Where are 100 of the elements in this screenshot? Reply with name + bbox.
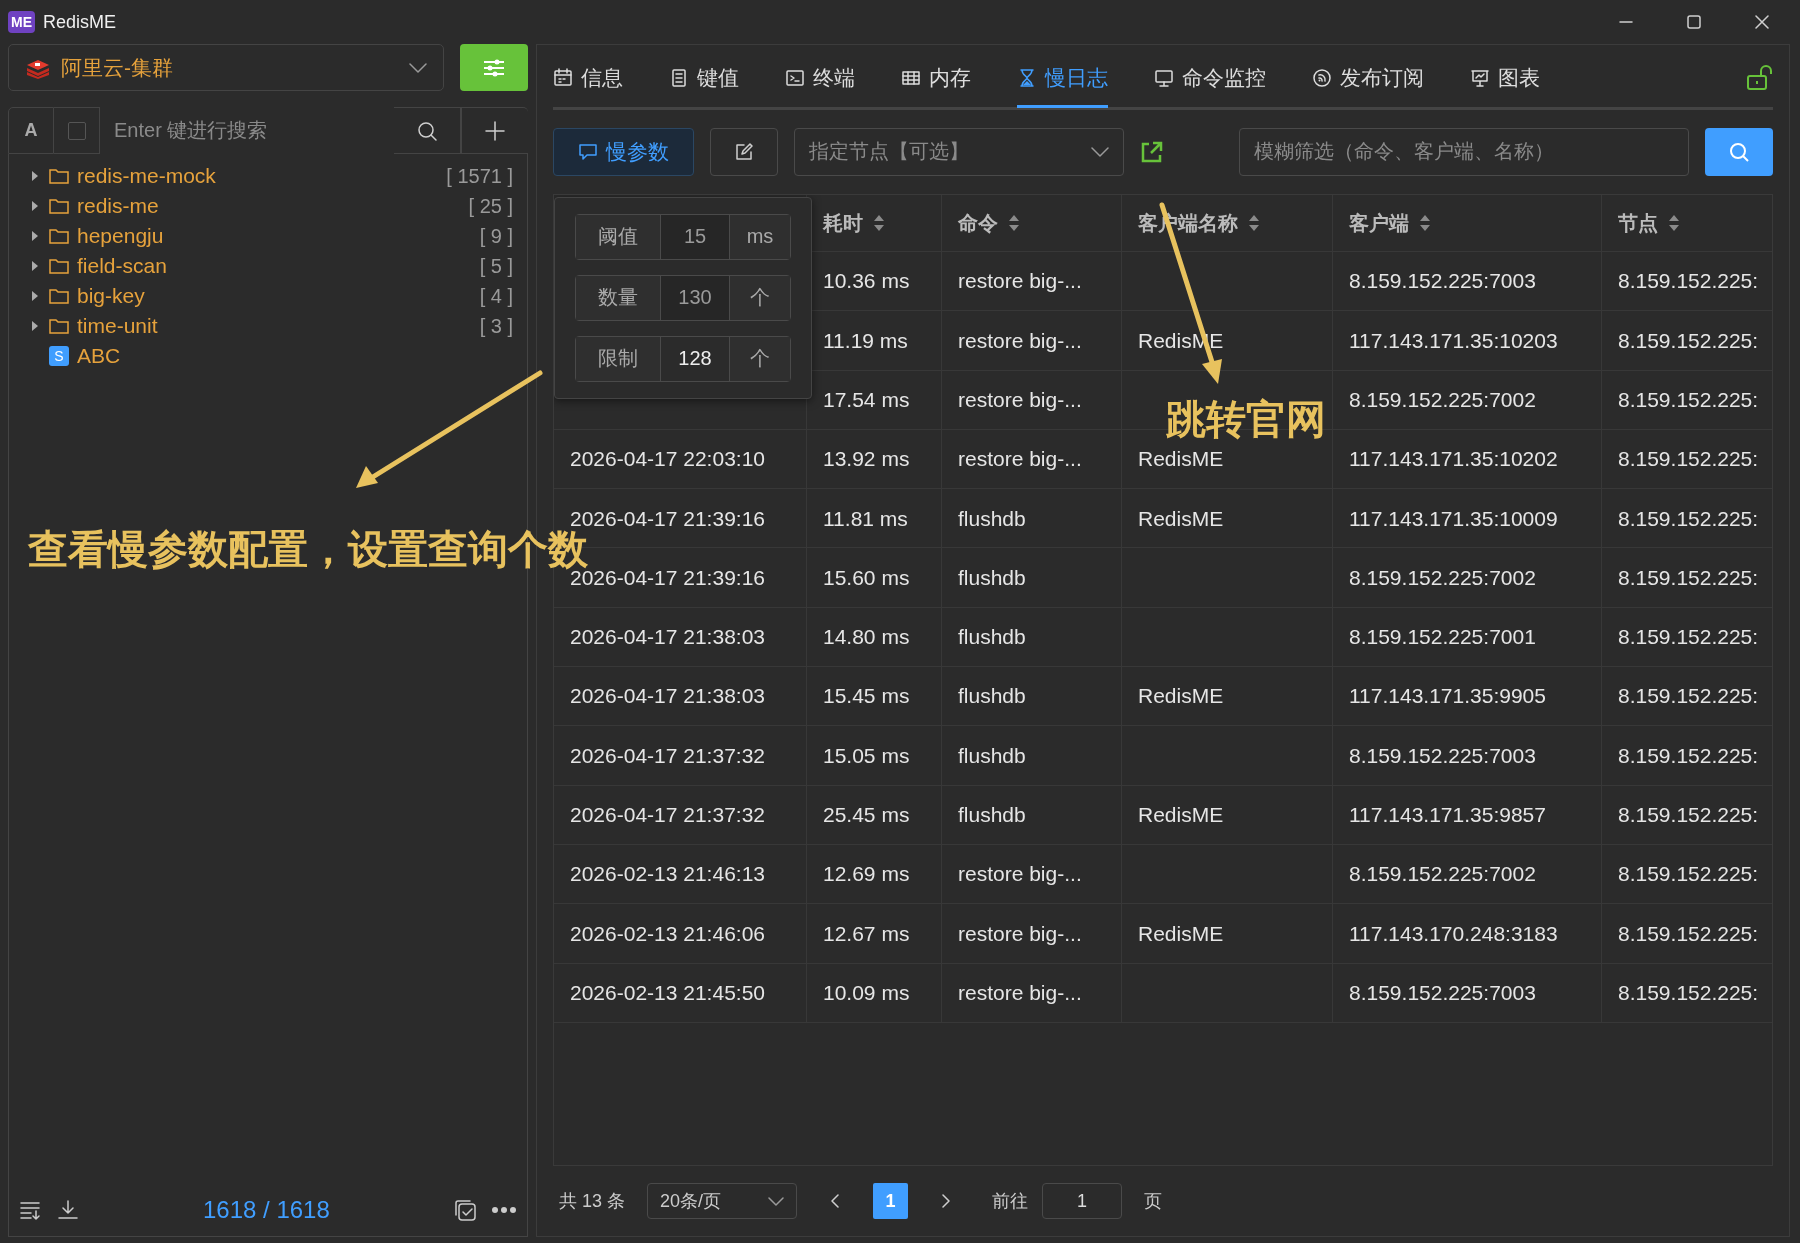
table-cell: 117.143.171.35:10203 <box>1349 328 1558 353</box>
table-cell: 8.159.152.225: <box>1618 625 1759 650</box>
table-cell: 13.92 ms <box>823 447 910 472</box>
checkbox[interactable] <box>67 121 86 140</box>
node-select[interactable]: 指定节点【可选】 <box>794 127 1124 176</box>
folder-icon <box>49 167 69 185</box>
search-field[interactable]: Enter 键进行搜索 <box>100 107 394 154</box>
table-cell: 25.45 ms <box>823 803 910 828</box>
download-icon[interactable] <box>57 1199 79 1221</box>
app-logo: ME <box>8 11 35 33</box>
filter-field[interactable]: 模糊筛选（命令、客户端、名称） <box>1239 127 1689 176</box>
chevron-down-icon <box>768 1196 785 1206</box>
page-size-select[interactable]: 20条/页 <box>647 1183 798 1220</box>
tab[interactable]: 信息 <box>553 50 623 109</box>
broadcast-icon <box>1312 67 1332 88</box>
slow-params-button[interactable]: 慢参数 <box>553 127 694 176</box>
key-count: [ 5 ] <box>479 254 513 278</box>
tab[interactable]: 发布订阅 <box>1312 50 1424 109</box>
tree-item[interactable]: hepengju [ 9 ] <box>29 221 513 251</box>
close-icon <box>1755 15 1769 29</box>
chat-icon <box>578 141 598 162</box>
table-cell: 8.159.152.225: <box>1618 921 1759 946</box>
table-cell: 8.159.152.225: <box>1618 684 1759 709</box>
tree-item[interactable]: redis-me-mock [ 1571 ] <box>29 161 513 191</box>
page-input[interactable]: 1 <box>1042 1183 1123 1220</box>
column-header[interactable]: 节点 <box>1618 209 1658 237</box>
param-field[interactable]: 限制 128 个 <box>575 335 791 382</box>
key-count: [ 4 ] <box>479 284 513 308</box>
search-button[interactable] <box>1705 127 1773 176</box>
more-icon[interactable] <box>491 1206 517 1214</box>
sort-icon <box>873 214 885 233</box>
search-icon <box>416 119 438 142</box>
edit-button[interactable] <box>710 127 778 176</box>
table-cell: RedisME <box>1138 684 1224 709</box>
list-sort-icon[interactable] <box>19 1199 43 1221</box>
table-cell: 8.159.152.225: <box>1618 803 1759 828</box>
table-cell: restore big-... <box>958 921 1082 946</box>
folder-icon <box>49 317 69 335</box>
tab[interactable]: 图表 <box>1470 50 1540 109</box>
case-toggle-button[interactable]: A <box>8 107 54 154</box>
tree-item[interactable]: redis-me [ 25 ] <box>29 191 513 221</box>
type-badge: S <box>49 346 69 366</box>
table-cell: 8.159.152.225: <box>1618 447 1759 472</box>
table-cell: 12.67 ms <box>823 921 910 946</box>
table-cell: flushdb <box>958 684 1026 709</box>
external-link-icon[interactable] <box>1140 139 1164 164</box>
column-header[interactable]: 耗时 <box>823 209 863 237</box>
chevron-down-icon <box>409 62 427 73</box>
table-cell: 8.159.152.225:7003 <box>1349 269 1536 294</box>
document-icon <box>669 67 689 88</box>
table-cell: 8.159.152.225:7002 <box>1349 387 1536 412</box>
table-cell: 10.36 ms <box>823 269 910 294</box>
table-cell: 15.60 ms <box>823 565 910 590</box>
folder-icon <box>49 227 69 245</box>
tab[interactable]: 慢日志 <box>1017 50 1108 109</box>
table-cell: 117.143.170.248:3183 <box>1349 921 1558 946</box>
table-cell: flushdb <box>958 506 1026 531</box>
column-header[interactable]: 客户端 <box>1349 209 1409 237</box>
table-cell: 2026-04-17 21:38:03 <box>570 625 765 650</box>
table-cell: 8.159.152.225:7003 <box>1349 980 1536 1005</box>
table-cell: 8.159.152.225: <box>1618 980 1759 1005</box>
tree-item[interactable]: S ABC <box>29 341 513 371</box>
tree-item[interactable]: time-unit [ 3 ] <box>29 311 513 341</box>
table-cell: 2026-02-13 21:45:50 <box>570 980 765 1005</box>
key-count: [ 3 ] <box>479 314 513 338</box>
key-count: [ 1571 ] <box>446 164 513 188</box>
table-cell: 2026-02-13 21:46:13 <box>570 862 765 887</box>
table-cell: 8.159.152.225:7002 <box>1349 862 1536 887</box>
tree-item[interactable]: field-scan [ 5 ] <box>29 251 513 281</box>
unlock-icon[interactable] <box>1745 63 1773 92</box>
table-cell: 8.159.152.225: <box>1618 862 1759 887</box>
table-cell: restore big-... <box>958 269 1082 294</box>
table-cell: 117.143.171.35:9905 <box>1349 684 1546 709</box>
table-cell: restore big-... <box>958 387 1082 412</box>
window-title: RedisME <box>43 11 117 33</box>
tree-item[interactable]: big-key [ 4 ] <box>29 281 513 311</box>
table-cell: 8.159.152.225:7002 <box>1349 565 1536 590</box>
total-count: 共 13 条 <box>559 1190 626 1214</box>
table-cell: 12.69 ms <box>823 862 910 887</box>
multi-select-icon[interactable] <box>453 1198 477 1222</box>
tab[interactable]: 命令监控 <box>1154 50 1266 109</box>
add-button[interactable] <box>461 107 528 154</box>
tab[interactable]: 键值 <box>669 50 739 109</box>
chevron-down-icon <box>1091 146 1109 157</box>
table-cell: RedisME <box>1138 447 1224 472</box>
tab[interactable]: 终端 <box>785 50 855 109</box>
table-cell: flushdb <box>958 565 1026 590</box>
table-cell-text: 2026-04-17 21:39:16 <box>570 506 765 530</box>
edit-icon <box>735 142 753 161</box>
column-header[interactable]: 命令 <box>958 209 998 237</box>
table-cell: 117.143.171.35:10009 <box>1349 506 1558 531</box>
page-suffix: 页 <box>1144 1190 1163 1214</box>
table-cell: restore big-... <box>958 328 1082 353</box>
sort-icon <box>1419 214 1431 233</box>
connection-select[interactable]: 阿里云-集群 <box>8 44 444 91</box>
tab[interactable]: 内存 <box>901 50 971 109</box>
table-cell: 8.159.152.225: <box>1618 743 1759 768</box>
table-cell: 15.45 ms <box>823 684 910 709</box>
table-cell: 117.143.171.35:10202 <box>1349 447 1558 472</box>
chart-icon <box>1470 67 1490 88</box>
